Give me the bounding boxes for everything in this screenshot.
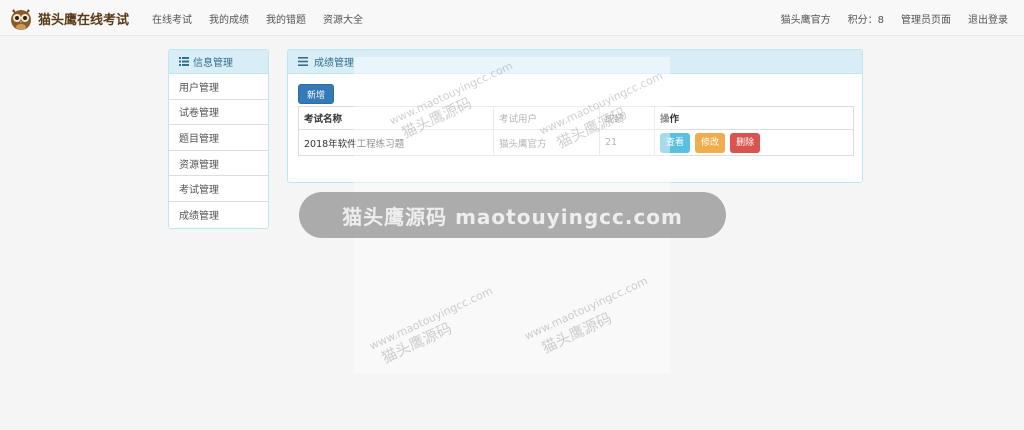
cell-exam-user: 猫头鹰官方 — [493, 129, 600, 156]
sidebar-item-users[interactable]: 用户管理 — [169, 74, 268, 100]
list-icon — [298, 57, 308, 66]
cell-score: 21 — [599, 129, 655, 156]
list-icon — [179, 57, 189, 66]
sidebar-item-exams[interactable]: 考试管理 — [169, 176, 268, 202]
sidebar-item-scores[interactable]: 成绩管理 — [169, 201, 268, 228]
watermark-cn: 猫头鹰源码 — [378, 318, 455, 367]
nav-resources[interactable]: 资源大全 — [323, 11, 363, 26]
top-navbar: 猫头鹰在线考试 在线考试 我的成绩 我的错题 资源大全 猫头鹰官方 积分：8 管… — [0, 0, 1024, 36]
sidebar-title: 信息管理 — [193, 58, 233, 69]
nav-logout[interactable]: 退出登录 — [968, 11, 1008, 26]
cell-actions: 查看 修改 删除 — [654, 129, 854, 156]
table-row: 2018年软件工程练习题 猫头鹰官方 21 查看 修改 删除 — [298, 129, 854, 156]
col-exam-name: 考试名称 — [298, 106, 494, 130]
score-table: 考试名称 考试用户 成绩 操作 2018年软件工程练习题 猫头鹰官方 21 查看… — [298, 106, 854, 156]
watermark-cn: 猫头鹰源码 — [538, 308, 615, 357]
main-nav: 在线考试 我的成绩 我的错题 资源大全 — [152, 0, 380, 36]
col-actions: 操作 — [654, 106, 854, 130]
col-exam-user: 考试用户 — [493, 106, 600, 130]
col-score: 成绩 — [599, 106, 655, 130]
brand-title: 猫头鹰在线考试 — [38, 12, 130, 28]
watermark-banner: 猫头鹰源码 maotouyingcc.com — [299, 192, 726, 238]
nav-my-mistakes[interactable]: 我的错题 — [266, 11, 306, 26]
add-button[interactable]: 新增 — [298, 84, 335, 104]
nav-points[interactable]: 积分：8 — [848, 11, 884, 26]
table-header-row: 考试名称 考试用户 成绩 操作 — [298, 106, 854, 130]
sidebar-item-resources[interactable]: 资源管理 — [169, 150, 268, 177]
sidebar: 信息管理 用户管理 试卷管理 题目管理 资源管理 考试管理 成绩管理 — [168, 49, 269, 229]
panel-header: 成绩管理 — [288, 50, 862, 74]
owl-icon — [11, 9, 31, 30]
nav-my-scores[interactable]: 我的成绩 — [209, 11, 249, 26]
nav-user-name[interactable]: 猫头鹰官方 — [781, 11, 831, 26]
sidebar-header: 信息管理 — [169, 50, 268, 74]
watermark-url: www.maotouyingcc.com — [367, 284, 495, 353]
user-nav: 猫头鹰官方 积分：8 管理员页面 退出登录 — [764, 0, 1008, 36]
nav-admin-page[interactable]: 管理员页面 — [901, 11, 951, 26]
sidebar-item-questions[interactable]: 题目管理 — [169, 125, 268, 151]
edit-button[interactable]: 修改 — [695, 132, 726, 153]
view-button[interactable]: 查看 — [660, 132, 691, 153]
brand[interactable]: 猫头鹰在线考试 — [8, 4, 129, 32]
nav-online-exam[interactable]: 在线考试 — [152, 11, 192, 26]
score-management-panel: 成绩管理 新增 考试名称 考试用户 成绩 操作 2018年软件工程练习题 猫头鹰… — [287, 49, 863, 183]
cell-exam-name: 2018年软件工程练习题 — [298, 129, 494, 156]
panel-title: 成绩管理 — [314, 58, 354, 69]
delete-button[interactable]: 删除 — [730, 132, 761, 153]
watermark-url: www.maotouyingcc.com — [522, 274, 650, 343]
sidebar-item-papers[interactable]: 试卷管理 — [169, 99, 268, 126]
